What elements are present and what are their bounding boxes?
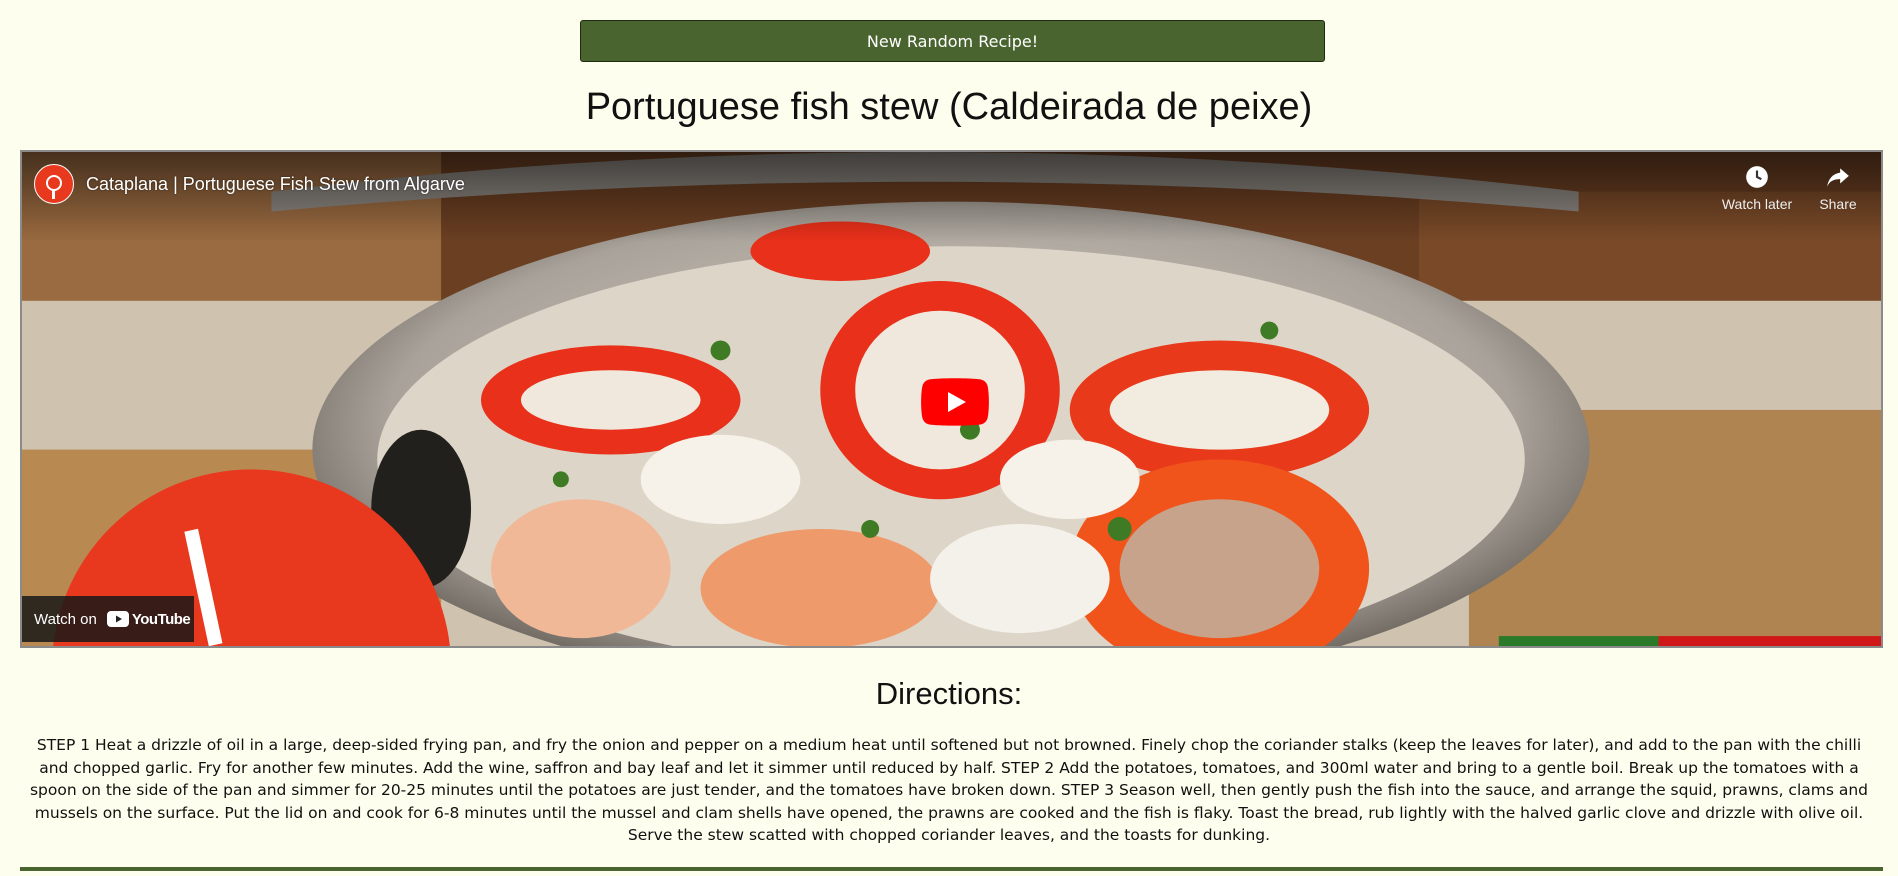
directions-text: STEP 1 Heat a drizzle of oil in a large,… [29,736,1869,844]
watch-later-button[interactable]: Watch later [1717,164,1797,212]
directions-heading: Directions: [875,676,1023,711]
clock-icon [1746,166,1768,188]
play-icon[interactable] [921,378,989,426]
channel-avatar-icon[interactable] [34,164,74,204]
bottom-divider [20,867,1883,871]
video-embed[interactable]: Cataplana | Portuguese Fish Stew from Al… [20,150,1883,648]
video-top-overlay [22,152,1881,242]
share-label: Share [1819,196,1857,212]
youtube-play-icon [106,611,129,627]
watch-on-label: Watch on [34,610,97,628]
youtube-logo: YouTube [106,610,191,628]
new-random-recipe-button[interactable]: New Random Recipe! [580,20,1325,62]
watch-on-youtube-button[interactable]: Watch on YouTube [22,596,194,642]
watch-later-label: Watch later [1721,196,1793,212]
video-title-link[interactable]: Cataplana | Portuguese Fish Stew from Al… [86,174,465,195]
recipe-page: New Random Recipe! Portuguese fish stew … [0,0,1898,876]
youtube-logo-text: YouTube [131,610,191,628]
recipe-title: Portuguese fish stew (Caldeirada de peix… [585,86,1313,128]
share-arrow-icon [1827,168,1849,187]
share-button[interactable]: Share [1798,164,1878,212]
